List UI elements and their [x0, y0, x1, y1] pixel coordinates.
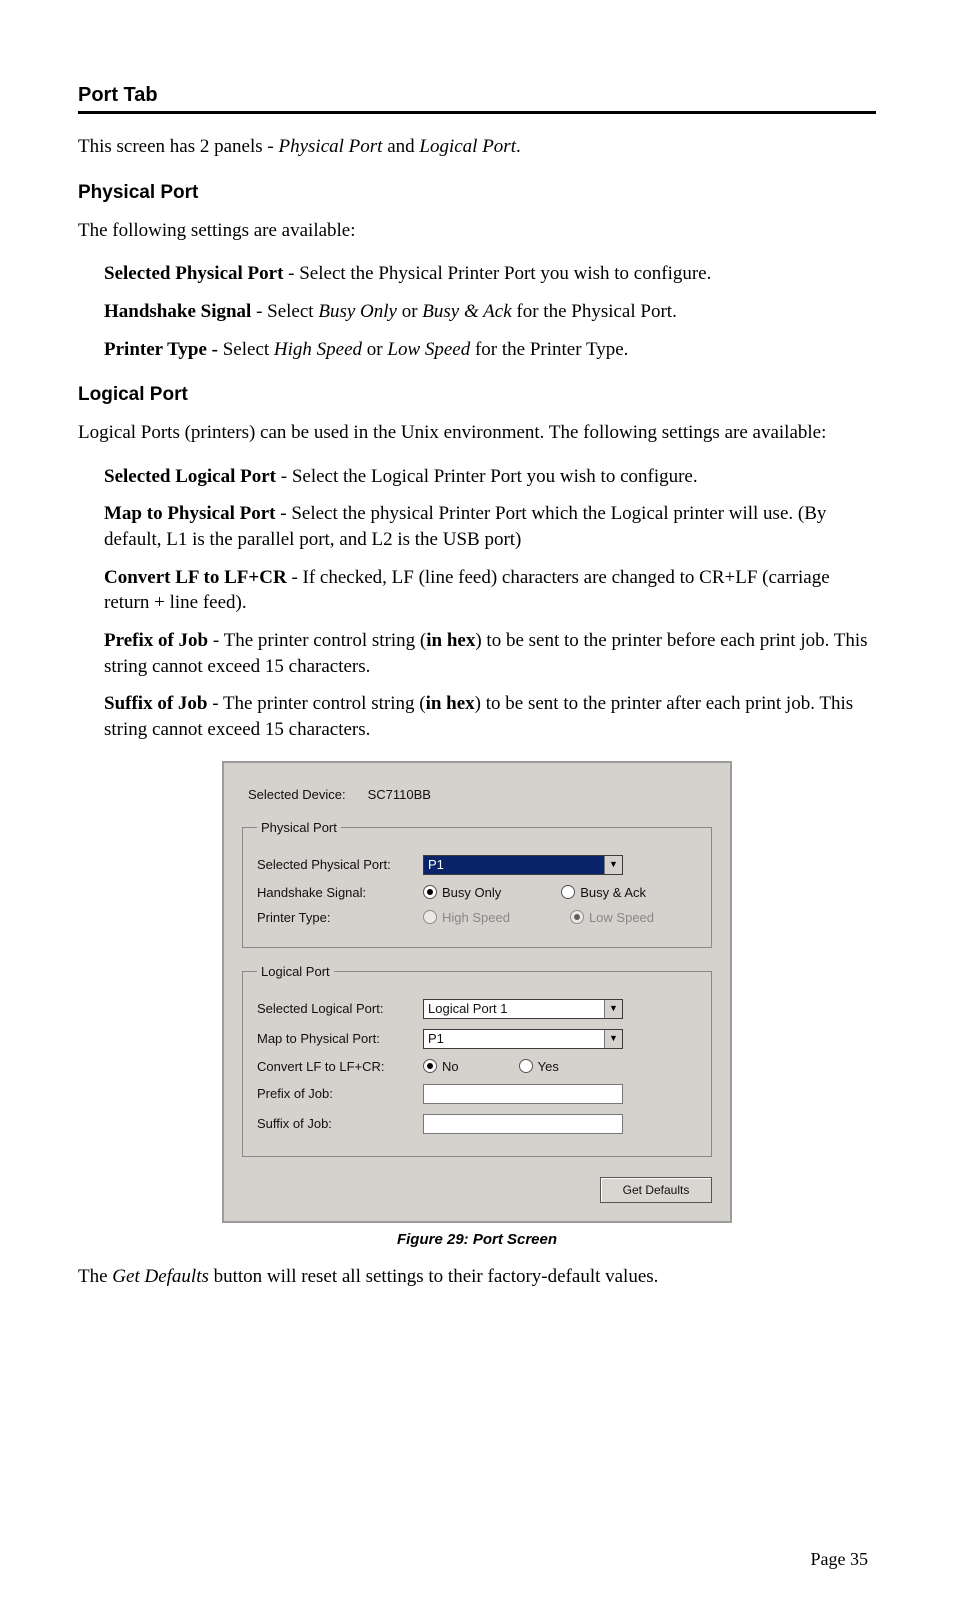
text: Busy & Ack [422, 301, 511, 322]
text: Convert LF to LF+CR [104, 567, 287, 588]
closing-paragraph: The Get Defaults button will reset all s… [78, 1264, 876, 1290]
port-dialog: Selected Device: SC7110BB Physical Port … [222, 761, 732, 1223]
text: - The printer control string ( [207, 693, 425, 714]
get-defaults-button[interactable]: Get Defaults [600, 1177, 712, 1203]
text: Logical Port [419, 136, 516, 157]
chevron-down-icon: ▼ [604, 1030, 622, 1048]
text: Suffix of Job [104, 693, 207, 714]
text: button will reset all settings to their … [209, 1266, 659, 1287]
prefix-input[interactable] [423, 1084, 623, 1104]
text: in hex [426, 630, 475, 651]
text: . [516, 136, 521, 157]
radio-convert-yes[interactable]: Yes [519, 1059, 559, 1074]
radio-convert-no[interactable]: No [423, 1059, 459, 1074]
text: Prefix of Job [104, 630, 208, 651]
selected-physical-port-label: Selected Physical Port: [257, 857, 423, 872]
radio-label: Yes [538, 1059, 559, 1074]
selected-device-value: SC7110BB [368, 787, 431, 802]
section-title-port-tab: Port Tab [78, 84, 876, 107]
selected-logical-port-select[interactable]: Logical Port 1 ▼ [423, 999, 623, 1019]
text: Get Defaults [112, 1266, 209, 1287]
text: - Select the Logical Printer Port you wi… [276, 466, 698, 487]
prefix-label: Prefix of Job: [257, 1086, 423, 1101]
suffix-label: Suffix of Job: [257, 1116, 423, 1131]
select-value: P1 [428, 1031, 444, 1046]
radio-label: No [442, 1059, 459, 1074]
radio-icon [561, 885, 575, 899]
radio-high-speed[interactable]: High Speed [423, 910, 510, 925]
figure-caption: Figure 29: Port Screen [78, 1231, 876, 1248]
physical-port-legend: Physical Port [257, 820, 341, 835]
text: Map to Physical Port [104, 503, 276, 524]
physical-port-group: Physical Port Selected Physical Port: P1… [242, 820, 712, 948]
select-value: Logical Port 1 [428, 1001, 508, 1016]
text: or [397, 301, 422, 322]
convert-lf-label: Convert LF to LF+CR: [257, 1059, 423, 1074]
text: in hex [426, 693, 475, 714]
text: or [362, 339, 387, 360]
list-item: Suffix of Job - The printer control stri… [104, 691, 876, 742]
text: Handshake Signal [104, 301, 251, 322]
suffix-input[interactable] [423, 1114, 623, 1134]
selected-device-label: Selected Device: [248, 787, 364, 802]
list-item: Selected Logical Port - Select the Logic… [104, 464, 876, 490]
chevron-down-icon: ▼ [604, 856, 622, 874]
handshake-label: Handshake Signal: [257, 885, 423, 900]
radio-label: Busy Only [442, 885, 501, 900]
list-item: Handshake Signal - Select Busy Only or B… [104, 299, 876, 325]
text: Low Speed [387, 339, 470, 360]
text: High Speed [274, 339, 362, 360]
subheading-physical-port: Physical Port [78, 182, 876, 204]
text: Busy Only [318, 301, 397, 322]
radio-label: Busy & Ack [580, 885, 646, 900]
radio-busy-ack[interactable]: Busy & Ack [561, 885, 646, 900]
selected-logical-port-label: Selected Logical Port: [257, 1001, 423, 1016]
radio-label: Low Speed [589, 910, 654, 925]
selected-device-row: Selected Device: SC7110BB [248, 787, 712, 802]
intro-paragraph: This screen has 2 panels - Physical Port… [78, 134, 876, 160]
text: - The printer control string ( [208, 630, 426, 651]
logical-intro: Logical Ports (printers) can be used in … [78, 420, 876, 446]
map-to-physical-label: Map to Physical Port: [257, 1031, 423, 1046]
chevron-down-icon: ▼ [604, 1000, 622, 1018]
text: This screen has 2 panels - [78, 136, 279, 157]
radio-icon [423, 885, 437, 899]
text: Selected Logical Port [104, 466, 276, 487]
logical-port-group: Logical Port Selected Logical Port: Logi… [242, 964, 712, 1157]
physical-intro: The following settings are available: [78, 218, 876, 244]
radio-icon [570, 910, 584, 924]
map-to-physical-select[interactable]: P1 ▼ [423, 1029, 623, 1049]
list-item: Prefix of Job - The printer control stri… [104, 628, 876, 679]
radio-icon [423, 1059, 437, 1073]
text: Printer Type - [104, 339, 223, 360]
text: Select [223, 339, 274, 360]
radio-icon [423, 910, 437, 924]
printer-type-label: Printer Type: [257, 910, 423, 925]
subheading-logical-port: Logical Port [78, 384, 876, 406]
text: The [78, 1266, 112, 1287]
text: for the Physical Port. [512, 301, 677, 322]
list-item: Selected Physical Port - Select the Phys… [104, 261, 876, 287]
page-number: Page 35 [811, 1549, 869, 1570]
list-item: Printer Type - Select High Speed or Low … [104, 337, 876, 363]
radio-icon [519, 1059, 533, 1073]
logical-port-legend: Logical Port [257, 964, 334, 979]
selected-physical-port-select[interactable]: P1 ▼ [423, 855, 623, 875]
radio-label: High Speed [442, 910, 510, 925]
list-item: Convert LF to LF+CR - If checked, LF (li… [104, 565, 876, 616]
select-value: P1 [428, 857, 444, 872]
text: - Select the Physical Printer Port you w… [283, 263, 711, 284]
text: Physical Port [279, 136, 383, 157]
text: and [382, 136, 419, 157]
radio-low-speed[interactable]: Low Speed [570, 910, 654, 925]
text: - Select [251, 301, 318, 322]
list-item: Map to Physical Port - Select the physic… [104, 501, 876, 552]
text: Selected Physical Port [104, 263, 283, 284]
text: for the Printer Type. [470, 339, 628, 360]
radio-busy-only[interactable]: Busy Only [423, 885, 501, 900]
rule [78, 111, 876, 114]
